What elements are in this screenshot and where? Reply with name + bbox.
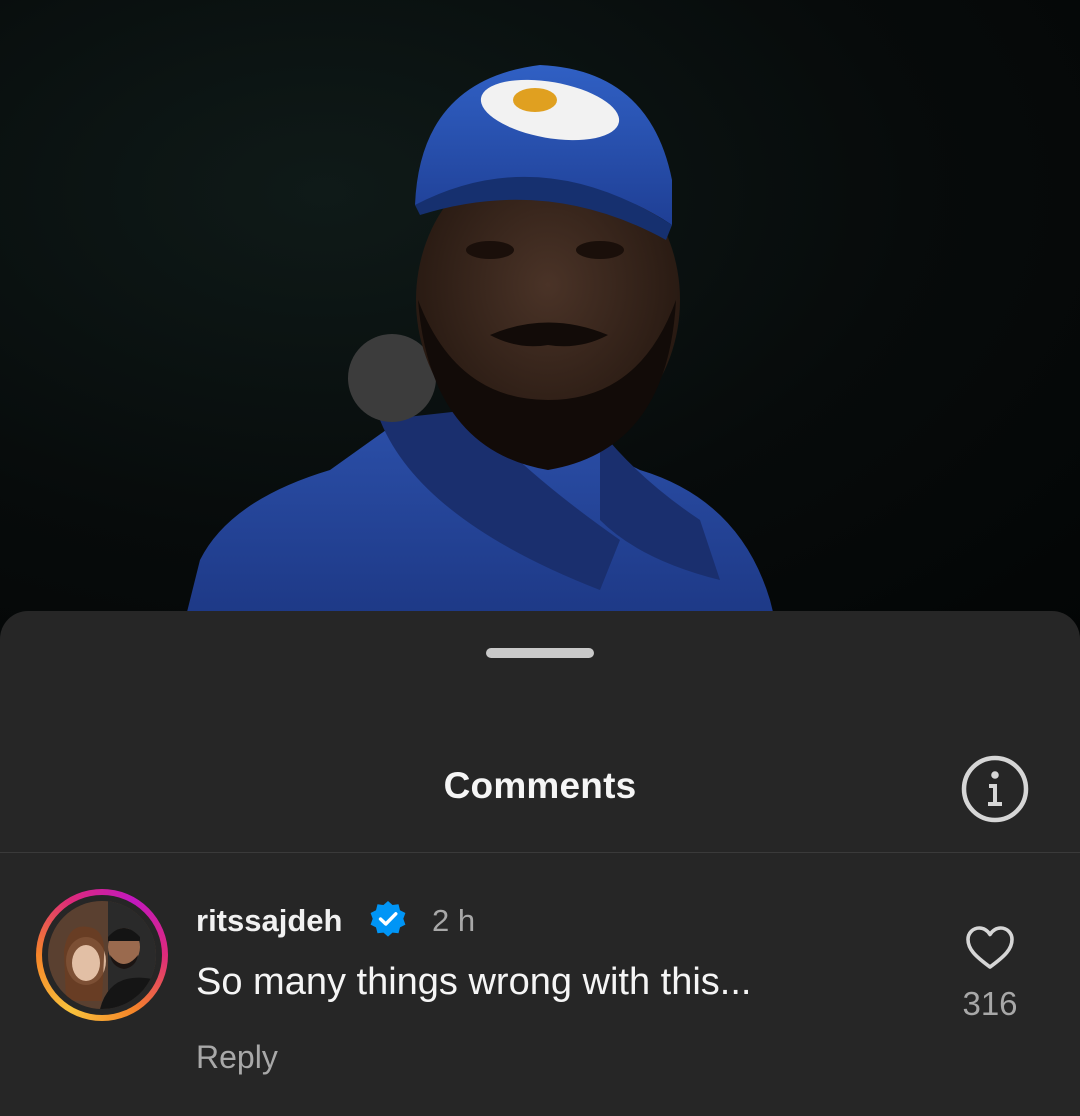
info-button[interactable]: [960, 754, 1030, 824]
comment-time: 2 h: [432, 903, 476, 938]
sheet-title: Comments: [443, 765, 637, 806]
story-ring[interactable]: [36, 889, 168, 1021]
heart-outline-icon: [966, 926, 1014, 969]
comment-username[interactable]: ritssajdeh: [196, 903, 342, 939]
info-circle-icon: [961, 755, 1029, 823]
avatar: [48, 901, 156, 1009]
comment-text: So many things wrong with this...: [196, 961, 752, 1003]
drag-handle[interactable]: [486, 648, 594, 658]
player-photo: [180, 65, 780, 640]
verified-badge-icon: [370, 901, 406, 937]
reply-button[interactable]: Reply: [196, 1039, 278, 1076]
avatar-photo: [48, 901, 156, 1009]
like-button[interactable]: [965, 925, 1015, 971]
comments-sheet: Comments ritssajdeh 2 h So many things w…: [0, 611, 1080, 1116]
comment-item: ritssajdeh 2 h So many things wrong with…: [0, 853, 1080, 1116]
like-count: 316: [962, 985, 1018, 1022]
post-media[interactable]: [0, 0, 1080, 640]
